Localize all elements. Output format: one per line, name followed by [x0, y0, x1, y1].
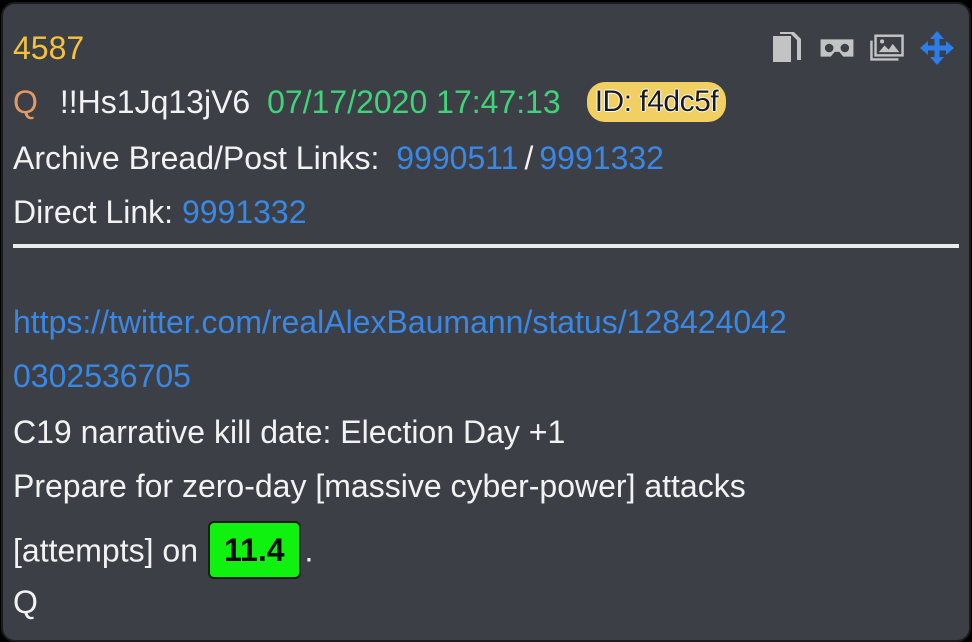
- archive-links-row: Archive Bread/Post Links: 9990511/999133…: [13, 138, 664, 178]
- post-number: 4587: [13, 30, 85, 66]
- post-timestamp: 07/17/2020 17:47:13: [267, 84, 561, 120]
- poster-id-badge[interactable]: ID: f4dc5f: [586, 82, 727, 122]
- tweet-url-line-2: 0302536705: [13, 356, 191, 396]
- highlighted-date: 11.4: [207, 521, 301, 579]
- link-separator: /: [524, 140, 534, 176]
- vr-viewer-icon[interactable]: [819, 30, 855, 66]
- body-line-3-prefix: [attempts] on: [13, 532, 198, 569]
- post-card: 4587 Q !!Hs1Jq13jV6 07/17/2020 17:47:13 …: [1, 2, 971, 642]
- post-toolbar: [769, 28, 955, 68]
- post-meta: Q !!Hs1Jq13jV6 07/17/2020 17:47:13 ID: f4d…: [13, 82, 727, 122]
- body-line-3-suffix: .: [304, 532, 314, 569]
- tweet-link-part-2[interactable]: 0302536705: [13, 358, 191, 394]
- author-name: Q: [13, 84, 38, 120]
- direct-link-row: Direct Link: 9991332: [13, 192, 307, 232]
- archive-post-link[interactable]: 9991332: [539, 140, 664, 176]
- tripcode: !!Hs1Jq13jV6: [59, 84, 251, 120]
- image-gallery-icon[interactable]: [869, 30, 905, 66]
- header-divider: [13, 244, 959, 248]
- archive-bread-link[interactable]: 9990511: [396, 140, 518, 176]
- tweet-link-part-1[interactable]: https://twitter.com/realAlexBaumann/stat…: [13, 304, 787, 340]
- direct-link-label: Direct Link:: [13, 194, 174, 230]
- post-signature: Q: [13, 584, 38, 620]
- copy-icon[interactable]: [769, 30, 805, 66]
- move-icon[interactable]: [919, 30, 955, 66]
- archive-links-label: Archive Bread/Post Links:: [13, 140, 380, 176]
- direct-post-link[interactable]: 9991332: [182, 194, 307, 230]
- tweet-url-line-1: https://twitter.com/realAlexBaumann/stat…: [13, 302, 787, 342]
- post-body-line-3: [attempts] on 11.4.: [13, 521, 314, 582]
- post-body-line-2: Prepare for zero-day [massive cyber-powe…: [13, 468, 746, 504]
- post-body-line-1: C19 narrative kill date: Election Day +1: [13, 414, 566, 450]
